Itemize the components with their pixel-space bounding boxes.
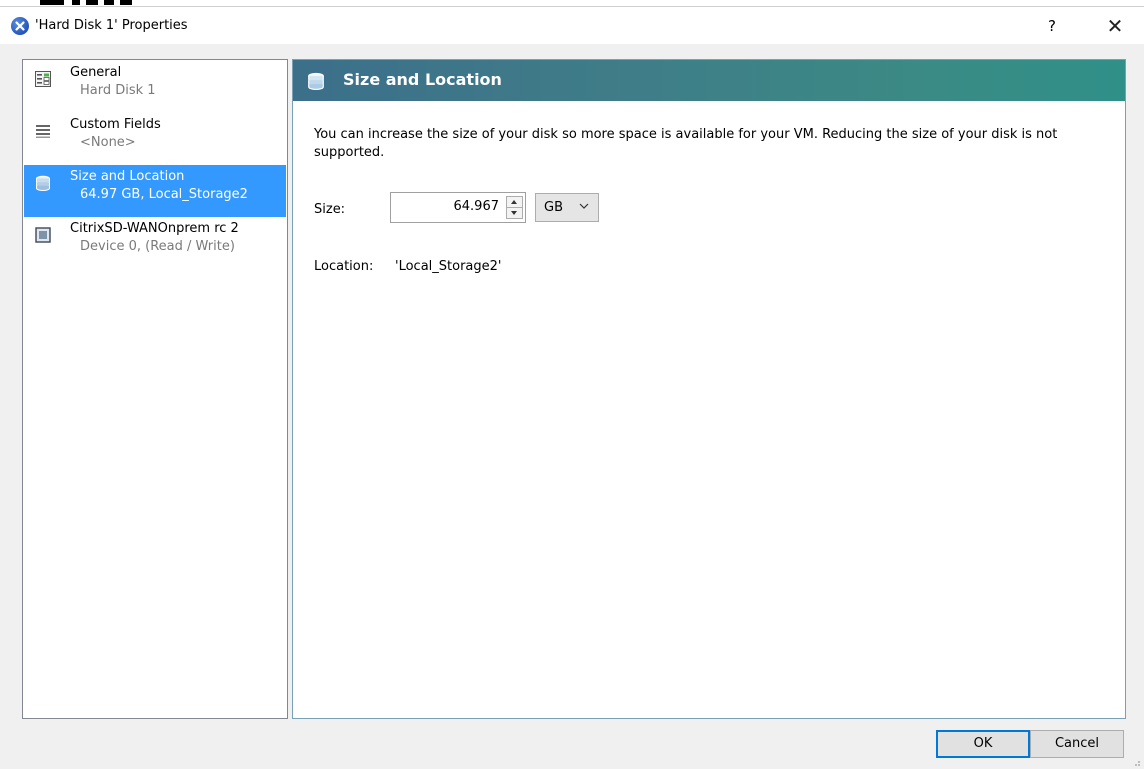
cancel-button[interactable]: Cancel bbox=[1030, 730, 1124, 758]
nav-item-subtitle: 64.97 GB, Local_Storage2 bbox=[80, 187, 248, 202]
nav-item-title: CitrixSD-WANOnprem rc 2 bbox=[70, 221, 239, 236]
nav-item-title: Custom Fields bbox=[70, 117, 161, 132]
title-bar: 'Hard Disk 1' Properties ? ✕ bbox=[0, 8, 1144, 44]
nav-item-subtitle: <None> bbox=[80, 135, 136, 150]
nav-item-custom-fields[interactable]: Custom Fields <None> bbox=[24, 113, 286, 165]
storage-stack-icon bbox=[35, 175, 51, 191]
general-properties-icon bbox=[35, 71, 51, 87]
dialog-body: General Hard Disk 1 Custom Fields <None> bbox=[0, 44, 1144, 769]
size-spin-buttons bbox=[506, 196, 523, 219]
xencenter-app-icon bbox=[11, 17, 29, 35]
nav-item-subtitle: Device 0, (Read / Write) bbox=[80, 239, 235, 254]
properties-content-panel: Size and Location You can increase the s… bbox=[292, 59, 1126, 719]
nav-item-general[interactable]: General Hard Disk 1 bbox=[24, 61, 286, 113]
section-title: Size and Location bbox=[343, 70, 502, 89]
storage-stack-icon bbox=[307, 72, 325, 90]
arrow-up-icon bbox=[511, 200, 517, 204]
properties-nav-list: General Hard Disk 1 Custom Fields <None> bbox=[22, 59, 288, 719]
arrow-down-icon bbox=[511, 211, 517, 215]
custom-fields-icon bbox=[35, 123, 51, 139]
size-unit-value: GB bbox=[544, 200, 563, 215]
nav-item-subtitle: Hard Disk 1 bbox=[80, 83, 156, 98]
close-button[interactable]: ✕ bbox=[1100, 12, 1130, 40]
size-unit-dropdown[interactable]: GB bbox=[535, 193, 599, 222]
size-description: You can increase the size of your disk s… bbox=[314, 127, 1058, 160]
size-value[interactable]: 64.967 bbox=[454, 199, 500, 214]
chevron-down-icon bbox=[578, 200, 590, 215]
spin-down-button[interactable] bbox=[507, 208, 522, 219]
location-label: Location: bbox=[314, 259, 374, 274]
top-edge-artifact bbox=[0, 0, 1144, 8]
nav-item-title: Size and Location bbox=[70, 169, 185, 184]
section-header: Size and Location bbox=[293, 60, 1125, 101]
nav-item-size-and-location[interactable]: Size and Location 64.97 GB, Local_Storag… bbox=[24, 165, 286, 217]
ok-button[interactable]: OK bbox=[936, 730, 1030, 758]
window-title: 'Hard Disk 1' Properties bbox=[35, 18, 188, 33]
size-spinner-input[interactable]: 64.967 bbox=[390, 192, 526, 223]
help-button[interactable]: ? bbox=[1040, 14, 1064, 38]
location-value: 'Local_Storage2' bbox=[395, 259, 502, 274]
nav-item-vm-device[interactable]: CitrixSD-WANOnprem rc 2 Device 0, (Read … bbox=[24, 217, 286, 269]
resize-grip-icon[interactable] bbox=[1131, 756, 1141, 766]
nav-item-title: General bbox=[70, 65, 122, 80]
vm-device-icon bbox=[35, 227, 51, 243]
size-label: Size: bbox=[314, 202, 346, 217]
spin-up-button[interactable] bbox=[507, 197, 522, 208]
